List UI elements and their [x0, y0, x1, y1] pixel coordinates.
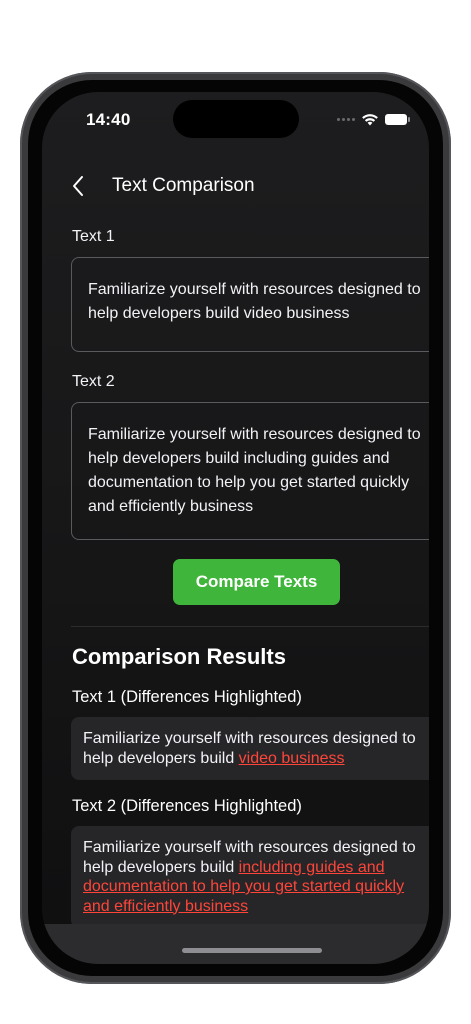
page-title: Text Comparison	[112, 175, 255, 196]
text1-diff-text: video business	[238, 749, 345, 767]
home-indicator[interactable]	[182, 948, 322, 953]
signal-icon	[337, 117, 355, 121]
results-title: Comparison Results	[72, 644, 286, 669]
phone-frame: 14:40 Text Comparison Text 1 Familiarize…	[20, 72, 451, 984]
divider	[71, 626, 429, 627]
wifi-icon	[362, 113, 378, 125]
text2-input[interactable]: Familiarize yourself with resources desi…	[71, 402, 429, 540]
back-chevron-icon	[73, 176, 83, 196]
status-icons	[337, 110, 410, 128]
text2-label: Text 2	[72, 373, 115, 390]
text1-diff-heading: Text 1 (Differences Highlighted)	[72, 688, 302, 706]
back-button[interactable]	[64, 170, 96, 202]
dynamic-island	[173, 100, 299, 138]
navigation-bar: Text Comparison	[42, 164, 429, 208]
text2-diff-result: Familiarize yourself with resources desi…	[71, 826, 429, 928]
text1-diff-result: Familiarize yourself with resources desi…	[71, 717, 429, 780]
text1-label: Text 1	[72, 228, 115, 245]
battery-icon	[385, 113, 410, 125]
text2-diff-heading: Text 2 (Differences Highlighted)	[72, 797, 302, 815]
screen: 14:40 Text Comparison Text 1 Familiarize…	[42, 92, 429, 964]
status-time: 14:40	[86, 110, 131, 129]
compare-texts-button[interactable]: Compare Texts	[173, 559, 340, 605]
bottom-tab-area	[42, 924, 429, 964]
text1-input[interactable]: Familiarize yourself with resources desi…	[71, 257, 429, 352]
